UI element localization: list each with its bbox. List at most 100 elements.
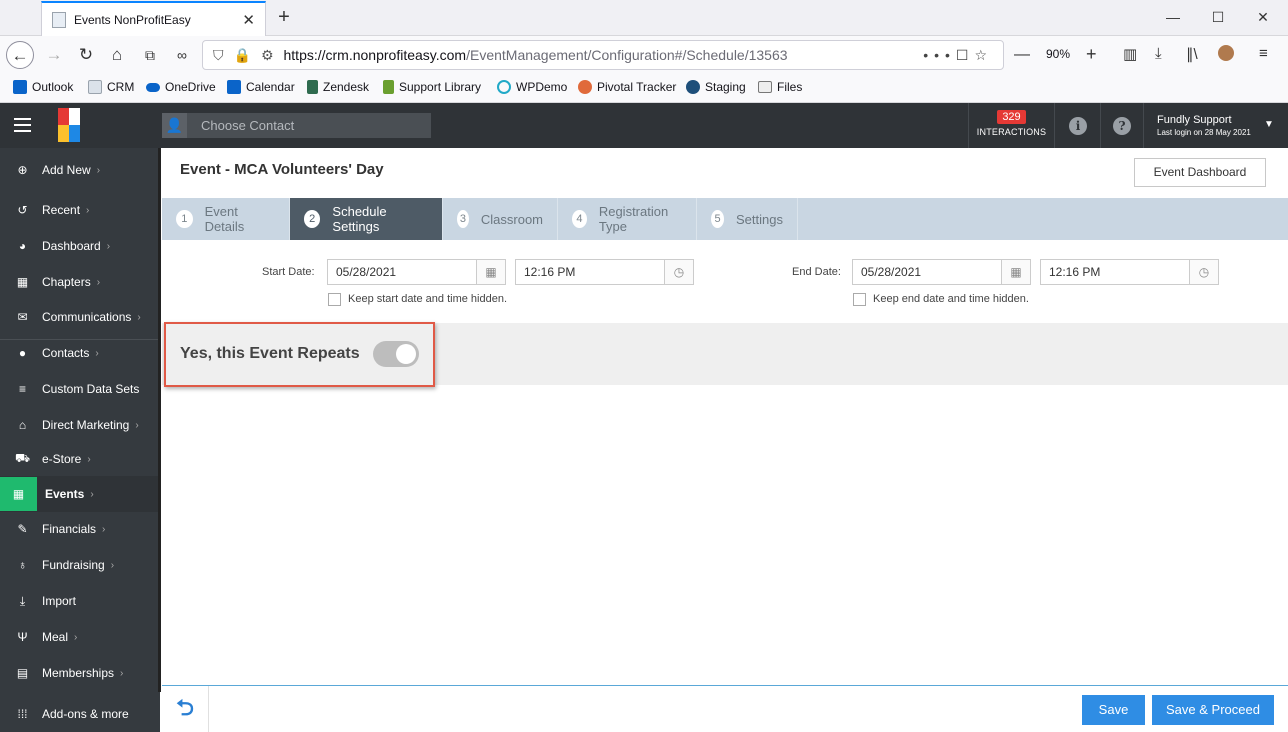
toggle-knob bbox=[396, 344, 416, 364]
logo-white-square bbox=[69, 108, 80, 125]
keep-start-hidden-checkbox[interactable] bbox=[328, 293, 341, 306]
page-favicon-icon bbox=[52, 11, 66, 28]
step-settings[interactable]: 5 Settings bbox=[697, 198, 798, 240]
person-icon: ● bbox=[18, 346, 27, 360]
sidebar-item-direct-marketing[interactable]: ⌂ Direct Marketing › bbox=[0, 407, 158, 443]
forward-button[interactable]: → bbox=[40, 41, 68, 69]
chevron-right-icon: › bbox=[96, 276, 101, 288]
sidebar-scrollbar[interactable] bbox=[158, 148, 161, 692]
sidebar-toggle-icon[interactable]: ▥ bbox=[1123, 45, 1137, 63]
step-event-details[interactable]: 1 Event Details bbox=[162, 198, 290, 240]
zendesk-icon bbox=[307, 80, 318, 94]
profile-avatar-icon[interactable] bbox=[1218, 45, 1234, 61]
last-login-text: Last login on 28 May 2021 bbox=[1157, 128, 1251, 137]
bookmark-staging[interactable]: Staging bbox=[686, 80, 746, 94]
close-window-button[interactable]: ✕ bbox=[1240, 4, 1286, 30]
dashboard-icon: ◕ bbox=[18, 239, 27, 253]
home-button[interactable]: ⌂ bbox=[103, 41, 131, 69]
sidebar-item-contacts[interactable]: ● Contacts › bbox=[0, 335, 158, 371]
sidebar-item-memberships[interactable]: ▤ Memberships › bbox=[0, 655, 158, 691]
chevron-right-icon: › bbox=[96, 164, 101, 176]
back-arrow-icon[interactable]: ⮌ bbox=[162, 686, 209, 732]
keep-start-hidden-label: Keep start date and time hidden. bbox=[348, 293, 507, 305]
sidebar-item-meal[interactable]: Ψ Meal › bbox=[0, 619, 158, 655]
keep-end-hidden-checkbox[interactable] bbox=[853, 293, 866, 306]
sidebar-item-import[interactable]: ⤓ Import bbox=[0, 583, 158, 619]
cart-icon: ⛟ bbox=[15, 451, 31, 465]
start-clock-icon[interactable]: ◷ bbox=[665, 259, 694, 285]
sidebar-item-add-ons[interactable]: ⁞⁞⁞ Add-ons & more bbox=[0, 696, 158, 732]
downloads-icon[interactable]: ⤓ bbox=[1155, 45, 1162, 62]
event-dashboard-button[interactable]: Event Dashboard bbox=[1134, 158, 1266, 187]
contact-person-icon: 👤 bbox=[162, 113, 187, 138]
info-icon[interactable]: i bbox=[1069, 117, 1087, 135]
end-clock-icon[interactable]: ◷ bbox=[1190, 259, 1219, 285]
bookmark-outlook[interactable]: Outlook bbox=[13, 80, 73, 94]
bookmark-crm[interactable]: CRM bbox=[88, 80, 134, 94]
sidebar-item-recent[interactable]: ↺ Recent › bbox=[0, 192, 158, 228]
start-time-input[interactable]: 12:16 PM bbox=[515, 259, 665, 285]
hamburger-menu-icon[interactable] bbox=[14, 118, 31, 136]
end-calendar-icon[interactable]: ▦ bbox=[1002, 259, 1031, 285]
step-registration-type[interactable]: 4 Registration Type bbox=[558, 198, 697, 240]
end-time-input[interactable]: 12:16 PM bbox=[1040, 259, 1190, 285]
zoom-level[interactable]: 90% bbox=[1046, 47, 1070, 61]
sidebar-item-dashboard[interactable]: ◕ Dashboard › bbox=[0, 228, 158, 264]
bookmark-wpdemo[interactable]: WPDemo bbox=[497, 80, 567, 94]
utensils-icon: Ψ bbox=[17, 630, 28, 644]
new-tab-button[interactable]: + bbox=[272, 4, 296, 30]
sidebar-item-custom-data-sets[interactable]: ≡ Custom Data Sets bbox=[0, 371, 158, 407]
lock-icon[interactable]: 🔒 bbox=[234, 47, 251, 64]
wizard-steps: 1 Event Details 2 Schedule Settings 3 Class… bbox=[162, 198, 1288, 240]
save-and-proceed-button[interactable]: Save & Proceed bbox=[1152, 695, 1274, 725]
id-card-icon: ▤ bbox=[16, 666, 29, 680]
step-classroom[interactable]: 3 Classroom bbox=[443, 198, 558, 240]
reload-button[interactable]: ↻ bbox=[72, 41, 100, 69]
bookmark-support-library[interactable]: Support Library bbox=[383, 80, 481, 94]
step-schedule-settings[interactable]: 2 Schedule Settings bbox=[290, 198, 443, 240]
bookmark-onedrive[interactable]: OneDrive bbox=[146, 80, 216, 94]
bookmark-calendar[interactable]: Calendar bbox=[227, 80, 295, 94]
event-repeats-toggle[interactable] bbox=[373, 341, 419, 367]
app-menu-icon[interactable]: ≡ bbox=[1259, 45, 1268, 62]
browser-tab[interactable]: Events NonProfitEasy ✕ bbox=[41, 1, 266, 36]
sidebar-item-e-store[interactable]: ⛟ e-Store › bbox=[0, 441, 158, 477]
folder-icon bbox=[758, 81, 772, 93]
help-icon[interactable]: ? bbox=[1113, 117, 1131, 135]
sidebar-item-add-new[interactable]: ⊕ Add New › bbox=[0, 152, 158, 188]
minimize-window-button[interactable]: — bbox=[1150, 4, 1196, 30]
bookmark-pivotal-tracker[interactable]: Pivotal Tracker bbox=[578, 80, 676, 94]
page-actions-icon[interactable]: •••☐☆ bbox=[923, 47, 993, 64]
back-button[interactable]: ← bbox=[6, 41, 34, 69]
sidebar-item-events[interactable]: ▦ Events › bbox=[0, 476, 158, 512]
start-date-input[interactable]: 05/28/2021 bbox=[327, 259, 477, 285]
permissions-icon[interactable]: ⚙ bbox=[261, 47, 274, 64]
app-logo[interactable] bbox=[58, 108, 80, 143]
interactions-button[interactable]: 329 INTERACTIONS bbox=[968, 103, 1055, 148]
choose-contact-input[interactable]: 👤 Choose Contact bbox=[162, 113, 431, 138]
sidebar-item-chapters[interactable]: ▦ Chapters › bbox=[0, 264, 158, 300]
maximize-window-button[interactable]: ☐ bbox=[1195, 4, 1241, 30]
collections-icon[interactable]: ⧉ bbox=[136, 41, 164, 69]
zoom-out-button[interactable]: — bbox=[1014, 46, 1030, 64]
private-mask-icon[interactable]: ∞ bbox=[168, 41, 196, 69]
user-name[interactable]: Fundly Support bbox=[1157, 114, 1232, 126]
sidebar-item-fundraising[interactable]: ♁ Fundraising › bbox=[0, 547, 158, 583]
zoom-in-button[interactable]: + bbox=[1086, 44, 1097, 65]
tab-title: Events NonProfitEasy bbox=[74, 12, 191, 27]
library-icon[interactable]: ∥\ bbox=[1186, 45, 1198, 63]
action-footer: ⮌ Save Save & Proceed bbox=[162, 685, 1288, 732]
close-tab-icon[interactable]: ✕ bbox=[242, 11, 255, 29]
logo-yellow-square bbox=[58, 125, 69, 142]
address-bar[interactable]: ⛉ 🔒 ⚙ https://crm.nonprofiteasy.com/Even… bbox=[202, 40, 1004, 70]
bookmark-files[interactable]: Files bbox=[758, 80, 802, 94]
start-calendar-icon[interactable]: ▦ bbox=[477, 259, 506, 285]
end-date-input[interactable]: 05/28/2021 bbox=[852, 259, 1002, 285]
sidebar-item-financials[interactable]: ✎ Financials › bbox=[0, 511, 158, 547]
save-button[interactable]: Save bbox=[1082, 695, 1145, 725]
sidebar-item-communications[interactable]: ✉ Communications › bbox=[0, 299, 158, 335]
bookmark-zendesk[interactable]: Zendesk bbox=[307, 80, 369, 94]
shield-icon[interactable]: ⛉ bbox=[213, 47, 224, 64]
interactions-label: INTERACTIONS bbox=[976, 127, 1047, 137]
user-menu-caret-icon[interactable]: ▼ bbox=[1264, 119, 1274, 130]
